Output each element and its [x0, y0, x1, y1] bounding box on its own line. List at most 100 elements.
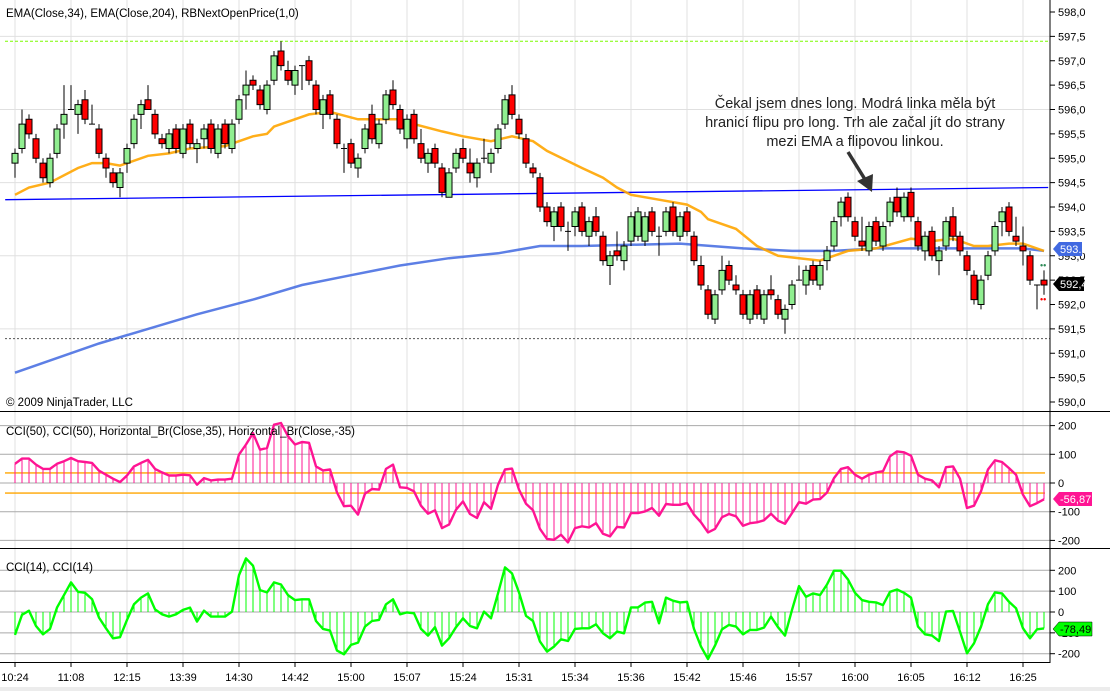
- time-tick-label: 15:31: [505, 672, 533, 684]
- time-tick-label: 16:05: [897, 672, 925, 684]
- candle-body: [991, 226, 999, 252]
- candle: [704, 285, 712, 320]
- candle-body: [1019, 245, 1027, 252]
- candle-body: [690, 235, 698, 262]
- candle: [172, 124, 180, 154]
- candle: [676, 211, 684, 242]
- last-price-tag: 592,4: [1053, 277, 1088, 291]
- candle: [669, 202, 677, 237]
- time-tick-label: 16:12: [953, 672, 981, 684]
- candle-body: [151, 113, 159, 135]
- candle-body: [60, 113, 68, 125]
- candle-body: [46, 157, 54, 184]
- price-tick-label: 597,5: [1058, 31, 1086, 43]
- candle: [361, 124, 369, 154]
- candle: [207, 119, 215, 154]
- candle: [130, 114, 138, 149]
- candle-body: [144, 99, 152, 110]
- candle-body: [634, 211, 642, 237]
- candle-body: [963, 255, 971, 271]
- candle-body: [172, 128, 180, 149]
- candle: [494, 124, 502, 154]
- candle-body: [942, 221, 950, 247]
- candle-body: [711, 294, 719, 320]
- candle: [739, 289, 747, 320]
- candle-body: [627, 216, 635, 242]
- candle-body: [130, 118, 138, 145]
- candle-body: [879, 226, 887, 247]
- copyright-label: © 2009 NinjaTrader, LLC: [6, 397, 133, 409]
- time-tick-label: 15:42: [673, 672, 701, 684]
- candle-body: [606, 255, 614, 266]
- cci14-panel-title: CCI(14), CCI(14): [6, 562, 93, 574]
- price-tick-label: 590,5: [1058, 373, 1086, 385]
- candle: [690, 231, 698, 266]
- candle-body: [200, 128, 208, 140]
- candle: [375, 119, 383, 149]
- candle-body: [445, 172, 453, 198]
- candle-body: [865, 226, 873, 252]
- candle-body: [718, 269, 726, 291]
- candle-body: [179, 128, 187, 154]
- price-tick-label: 590,0: [1058, 397, 1086, 409]
- candle: [1026, 250, 1034, 285]
- price-tick-label: 595,5: [1058, 129, 1086, 141]
- candle: [235, 94, 243, 125]
- candle-body: [529, 167, 537, 174]
- candle-body: [928, 230, 936, 257]
- candle: [263, 80, 271, 115]
- candle: [186, 119, 194, 149]
- candle-body: [592, 216, 600, 232]
- last-price-label: 592,4: [1060, 279, 1088, 291]
- time-tick-label: 16:25: [1009, 672, 1037, 684]
- cci-tick-label: 0: [1058, 607, 1064, 619]
- candle-body: [368, 113, 376, 140]
- candle-body: [788, 284, 796, 305]
- candle-body: [291, 70, 299, 86]
- time-tick-label: 16:00: [841, 672, 869, 684]
- candle: [753, 285, 761, 320]
- annotation-line-3: mezi EMA a flipovou linkou.: [766, 134, 943, 150]
- candle-body: [249, 79, 257, 86]
- candle-body: [389, 89, 397, 106]
- candle: [522, 133, 530, 168]
- candle: [228, 119, 236, 154]
- candle-body: [431, 148, 439, 164]
- cci50-panel-title: CCI(50), CCI(50), Horizontal_Br(Close,35…: [6, 426, 355, 438]
- candle-body: [858, 240, 866, 247]
- candle-body: [347, 143, 355, 164]
- candle: [599, 231, 607, 266]
- candle-body: [39, 162, 47, 179]
- candle-body: [186, 123, 194, 145]
- candle-body: [956, 235, 964, 252]
- candle-body: [319, 99, 327, 115]
- price-tick-label: 594,5: [1058, 178, 1086, 190]
- candle-body: [641, 216, 649, 242]
- candle: [326, 90, 334, 120]
- candle-body: [543, 206, 551, 223]
- candle-body: [914, 221, 922, 247]
- cci-tick-label: 0: [1058, 478, 1064, 490]
- candle: [305, 55, 313, 86]
- candle-body: [137, 104, 145, 115]
- candle: [627, 211, 635, 246]
- candle-body: [1040, 279, 1048, 286]
- ninjatrader-chart: •• •• 598,0 597,5 597,0 596,5 596,0 595,5 595,0…: [0, 0, 1110, 691]
- candle: [214, 124, 222, 159]
- candle-body: [263, 84, 271, 110]
- candle: [46, 153, 54, 188]
- candle-body: [25, 118, 33, 135]
- candle-body: [494, 128, 502, 149]
- candle: [711, 289, 719, 324]
- candle-body: [732, 284, 740, 291]
- candle-body: [326, 94, 334, 115]
- candle: [914, 216, 922, 251]
- candle: [333, 114, 341, 149]
- cci-tick-label: 100: [1058, 449, 1076, 461]
- candle-body: [893, 196, 901, 213]
- time-tick-label: 11:08: [58, 672, 85, 684]
- time-tick-label: 15:46: [729, 672, 757, 684]
- annotation-line-2: hranicí flipu pro long. Trh ale začal jí…: [705, 115, 1006, 131]
- candle-body: [312, 84, 320, 110]
- candle-body: [977, 279, 985, 305]
